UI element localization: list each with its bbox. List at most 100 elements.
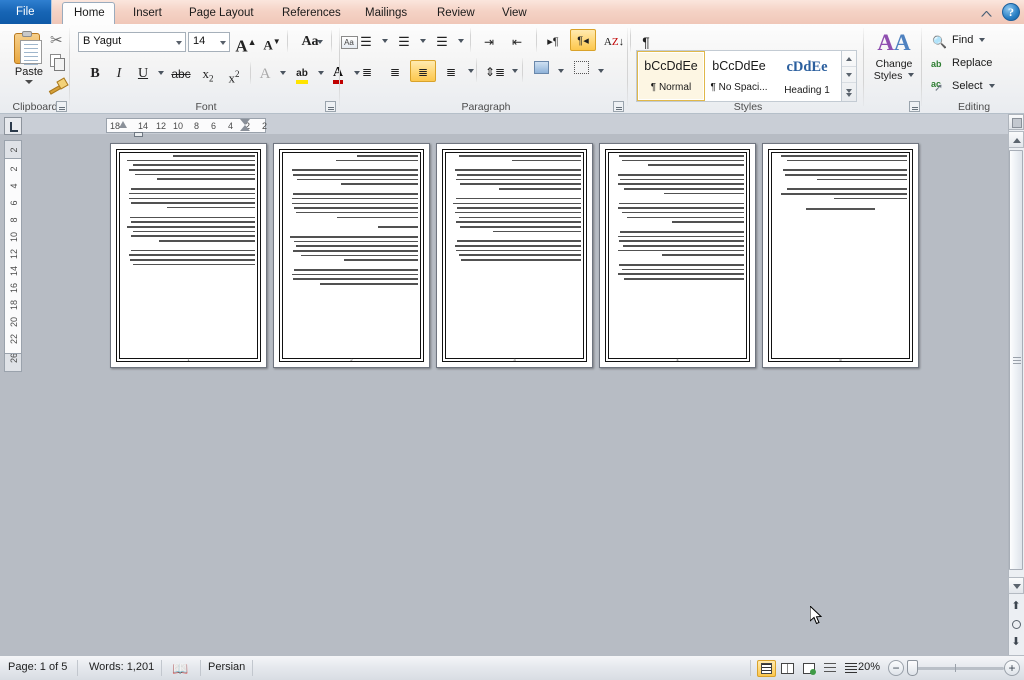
style-gallery-scroll-up[interactable]: [842, 51, 856, 67]
style-item-normal[interactable]: bCcDdEe ¶ Normal: [637, 51, 705, 101]
tab-view[interactable]: View: [491, 2, 538, 24]
numbering-button[interactable]: ☰: [392, 30, 416, 52]
vertical-ruler[interactable]: 2 4 6 8 10 12 14 16 18 20 22: [4, 158, 22, 354]
right-indent-marker-bottom[interactable]: [240, 125, 250, 131]
horizontal-ruler[interactable]: 18 14 12 10 8 6 4 2 2: [106, 118, 267, 133]
document-page[interactable]: 5: [762, 143, 919, 368]
help-icon[interactable]: ?: [1002, 3, 1020, 21]
paragraph-dialog-launcher[interactable]: [613, 101, 624, 112]
justify-button[interactable]: ≣: [438, 60, 464, 82]
replace-button[interactable]: ab ac Replace: [930, 53, 992, 89]
line-spacing-dropdown-icon[interactable]: [512, 69, 518, 73]
find-dropdown-icon[interactable]: [979, 38, 986, 42]
page-indicator[interactable]: Page: 1 of 5: [8, 661, 67, 673]
tab-file[interactable]: File: [0, 0, 52, 24]
change-styles-dropdown-icon[interactable]: [908, 73, 915, 77]
view-outline-button[interactable]: [820, 660, 839, 677]
sort-button[interactable]: AZ↓: [602, 30, 626, 52]
tab-review[interactable]: Review: [426, 2, 486, 24]
align-center-button[interactable]: ≣: [382, 60, 408, 82]
highlight-button[interactable]: ab: [290, 60, 314, 84]
tab-mailings[interactable]: Mailings: [354, 2, 418, 24]
zoom-slider-handle[interactable]: [907, 660, 918, 676]
tab-insert[interactable]: Insert: [122, 2, 173, 24]
scroll-down-button[interactable]: [1008, 577, 1024, 594]
page-text-body[interactable]: [285, 155, 418, 351]
shrink-font-button[interactable]: A▼: [260, 30, 284, 52]
zoom-out-button[interactable]: −: [888, 660, 904, 676]
subscript-button[interactable]: x2: [196, 62, 220, 84]
text-effects-button[interactable]: A: [254, 62, 276, 84]
find-button[interactable]: 🔍 Find: [930, 30, 986, 50]
numbering-dropdown-icon[interactable]: [420, 39, 426, 43]
view-web-layout-button[interactable]: [799, 660, 818, 677]
underline-dropdown-icon[interactable]: [158, 71, 164, 75]
style-gallery-scroll-down[interactable]: [842, 67, 856, 83]
cut-icon[interactable]: [48, 30, 68, 50]
rtl-direction-button[interactable]: ¶◂: [570, 29, 596, 51]
bullets-dropdown-icon[interactable]: [382, 39, 388, 43]
font-name-dropdown-icon[interactable]: [176, 41, 182, 45]
page-text-body[interactable]: [448, 155, 581, 351]
change-styles-button[interactable]: AA Change Styles: [868, 28, 920, 100]
select-browse-object-button[interactable]: [1009, 617, 1023, 632]
first-line-indent-marker[interactable]: [119, 121, 127, 128]
align-right-button[interactable]: ≣: [410, 60, 436, 82]
justify-dropdown-icon[interactable]: [468, 69, 474, 73]
font-name-input[interactable]: B Yagut: [78, 32, 186, 52]
paste-dropdown-icon[interactable]: [25, 80, 33, 84]
ltr-direction-button[interactable]: ▸¶: [540, 30, 566, 52]
document-page[interactable]: 2: [273, 143, 430, 368]
bold-button[interactable]: B: [84, 62, 106, 84]
text-effects-dropdown-icon[interactable]: [280, 71, 286, 75]
font-dialog-launcher[interactable]: [325, 101, 336, 112]
highlight-dropdown-icon[interactable]: [318, 71, 324, 75]
italic-button[interactable]: I: [108, 62, 130, 84]
line-spacing-button[interactable]: ⇕≣: [482, 60, 508, 82]
document-page[interactable]: 4: [599, 143, 756, 368]
borders-button[interactable]: [568, 58, 594, 80]
shading-dropdown-icon[interactable]: [558, 69, 564, 73]
document-page[interactable]: 3: [436, 143, 593, 368]
superscript-button[interactable]: x2: [222, 62, 246, 85]
minimize-ribbon-icon[interactable]: [978, 4, 995, 21]
align-left-button[interactable]: ≣: [354, 60, 380, 82]
borders-dropdown-icon[interactable]: [598, 69, 604, 73]
decrease-indent-button[interactable]: ⇥: [476, 30, 502, 52]
language-indicator[interactable]: Persian: [208, 661, 245, 673]
tab-references[interactable]: References: [271, 2, 352, 24]
tab-page-layout[interactable]: Page Layout: [178, 2, 265, 24]
style-item-no-spacing[interactable]: bCcDdEe ¶ No Spaci...: [705, 51, 773, 101]
previous-page-button[interactable]: ⬆: [1009, 599, 1023, 614]
multilevel-list-dropdown-icon[interactable]: [458, 39, 464, 43]
zoom-level-label[interactable]: 20%: [858, 661, 880, 673]
select-dropdown-icon[interactable]: [988, 84, 995, 88]
paste-button[interactable]: Paste: [6, 28, 52, 100]
strikethrough-button[interactable]: abc: [168, 62, 194, 84]
split-window-button[interactable]: [1008, 114, 1024, 130]
zoom-in-button[interactable]: +: [1004, 660, 1020, 676]
font-size-dropdown-icon[interactable]: [220, 41, 226, 45]
underline-button[interactable]: U: [132, 62, 154, 84]
view-full-screen-reading-button[interactable]: [778, 660, 797, 677]
clipboard-dialog-launcher[interactable]: [56, 101, 67, 112]
page-text-body[interactable]: [611, 155, 744, 351]
document-page[interactable]: 1: [110, 143, 267, 368]
select-button[interactable]: ➚ Select: [930, 76, 995, 96]
bullets-button[interactable]: ☰: [354, 30, 378, 52]
font-size-input[interactable]: 14: [188, 32, 230, 52]
change-case-button[interactable]: Aa: [293, 30, 327, 52]
grow-font-button[interactable]: A▲: [234, 30, 258, 56]
vertical-scrollbar[interactable]: ⬆ ⬇: [1008, 114, 1024, 655]
shading-button[interactable]: [528, 58, 554, 80]
increase-indent-button[interactable]: ⇤: [504, 30, 530, 52]
left-indent-box-marker[interactable]: [134, 132, 143, 137]
scrollbar-thumb[interactable]: [1009, 150, 1023, 570]
tab-stop-selector[interactable]: [4, 117, 22, 135]
style-item-heading-1[interactable]: cDdEe Heading 1: [773, 51, 841, 101]
copy-icon[interactable]: [48, 53, 68, 73]
styles-dialog-launcher[interactable]: [909, 101, 920, 112]
page-text-body[interactable]: [774, 155, 907, 351]
view-print-layout-button[interactable]: [757, 660, 776, 677]
word-count[interactable]: Words: 1,201: [89, 661, 154, 673]
